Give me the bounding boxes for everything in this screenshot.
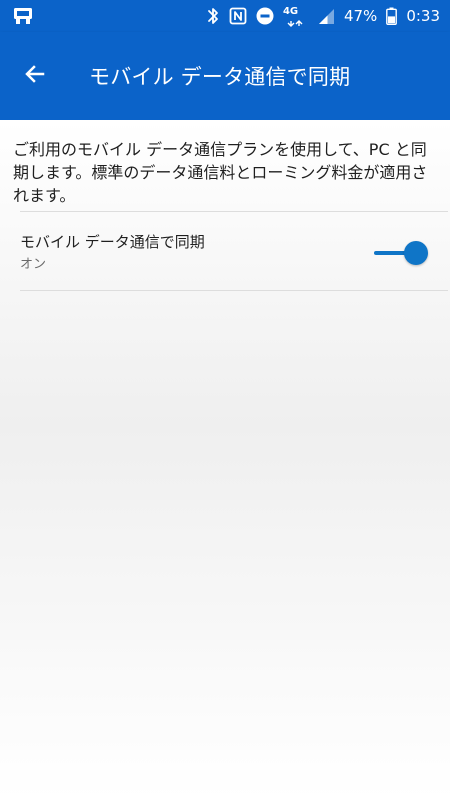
bluetooth-icon <box>206 6 220 26</box>
back-button[interactable] <box>11 52 59 100</box>
mobile-data-sync-setting[interactable]: モバイル データ通信で同期 オン <box>20 212 448 290</box>
status-bar: 4G 47% 0:33 <box>0 0 450 32</box>
setting-description: ご利用のモバイル データ通信プランを使用して、PC と同期します。標準のデータ通… <box>13 140 428 205</box>
clock: 0:33 <box>406 7 440 25</box>
signal-icon <box>318 8 335 25</box>
lte-icon: 4G <box>283 5 309 27</box>
notification-icon <box>12 5 36 27</box>
arrow-left-icon <box>23 62 47 90</box>
nfc-icon <box>229 7 247 25</box>
mobile-data-sync-toggle[interactable] <box>372 239 430 267</box>
settings-content: ご利用のモバイル データ通信プランを使用して、PC と同期します。標準のデータ通… <box>0 120 450 800</box>
setting-status: オン <box>20 257 47 272</box>
battery-percent: 47% <box>343 7 378 25</box>
setting-title: モバイル データ通信で同期 <box>20 233 205 251</box>
do-not-disturb-icon <box>256 7 274 25</box>
toggle-thumb <box>404 241 428 265</box>
app-bar: モバイル データ通信で同期 <box>0 32 450 120</box>
divider <box>20 290 448 291</box>
status-icons: 4G 47% 0:33 <box>206 0 440 32</box>
battery-icon <box>386 7 398 25</box>
page-title: モバイル データ通信で同期 <box>89 65 351 89</box>
